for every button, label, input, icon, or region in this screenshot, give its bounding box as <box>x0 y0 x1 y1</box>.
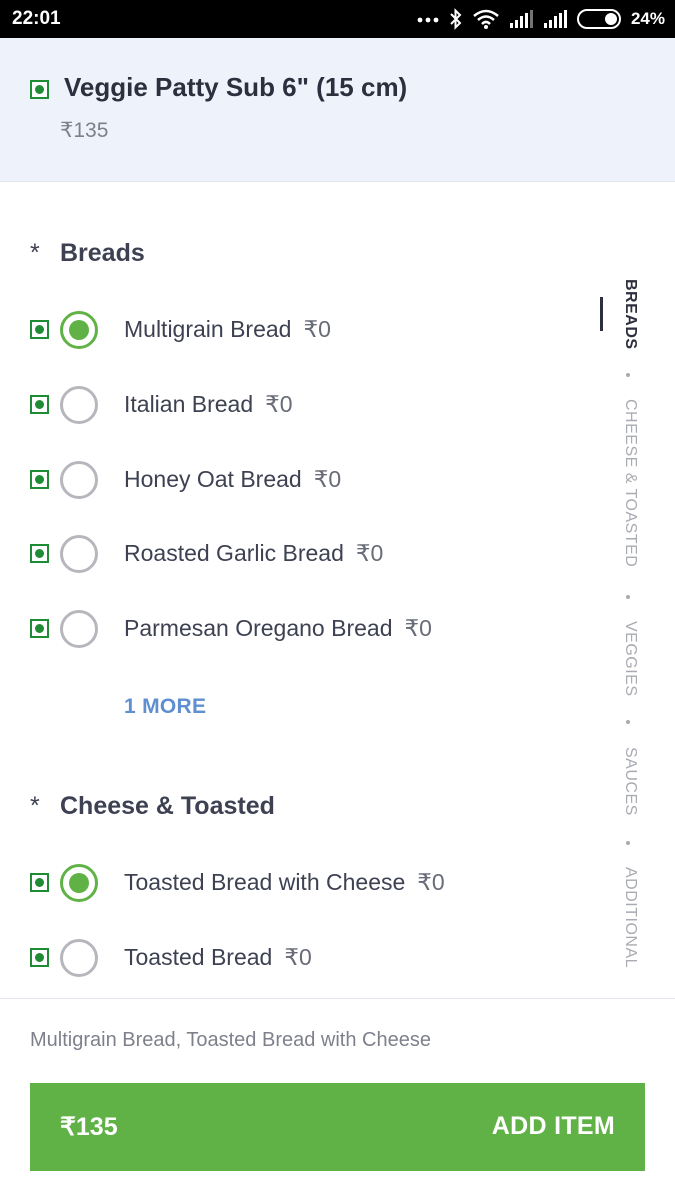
more-dots-icon <box>417 15 439 23</box>
veg-indicator-icon <box>30 470 49 489</box>
option-italian-bread[interactable]: Italian Bread ₹0 <box>0 375 590 435</box>
section-side-nav: BREADS CHEESE & TOASTED VEGGIES SAUCES A… <box>590 183 670 997</box>
status-time: 22:01 <box>12 8 61 29</box>
option-label: Roasted Garlic Bread ₹0 <box>124 540 384 566</box>
radio-unselected[interactable] <box>60 386 98 424</box>
radio-unselected[interactable] <box>60 535 98 573</box>
add-item-button[interactable]: ₹135 ADD ITEM <box>30 1083 645 1171</box>
item-header: Veggie Patty Sub 6" (15 cm) ₹135 <box>0 38 675 182</box>
veg-indicator-icon <box>30 619 49 638</box>
bluetooth-icon <box>449 8 463 30</box>
section-title-breads: * Breads <box>30 239 145 267</box>
wifi-icon <box>473 9 499 29</box>
nav-separator-dot <box>626 595 630 599</box>
option-label: Toasted Bread with Cheese ₹0 <box>124 869 445 895</box>
option-multigrain-bread[interactable]: Multigrain Bread ₹0 <box>0 300 590 360</box>
option-label: Multigrain Bread ₹0 <box>124 316 331 342</box>
veg-indicator-icon <box>30 948 49 967</box>
option-label: Toasted Bread ₹0 <box>124 944 312 970</box>
radio-unselected[interactable] <box>60 461 98 499</box>
veg-indicator-icon <box>30 544 49 563</box>
selected-summary: Multigrain Bread, Toasted Bread with Che… <box>30 1029 431 1051</box>
nav-item-veggies[interactable]: VEGGIES <box>621 621 639 697</box>
nav-item-cheese-toasted[interactable]: CHEESE & TOASTED <box>621 399 639 567</box>
item-price: ₹135 <box>60 119 109 142</box>
option-label: Honey Oat Bread ₹0 <box>124 466 342 492</box>
radio-selected[interactable] <box>60 311 98 349</box>
radio-unselected[interactable] <box>60 610 98 648</box>
signal-icon-2 <box>543 10 567 28</box>
option-roasted-garlic-bread[interactable]: Roasted Garlic Bread ₹0 <box>0 524 590 584</box>
option-price: ₹0 <box>404 615 432 641</box>
nav-item-additional[interactable]: ADDITIONAL <box>621 867 639 968</box>
signal-icon-1 <box>509 10 533 28</box>
veg-indicator-icon <box>30 80 49 99</box>
veg-indicator-icon <box>30 395 49 414</box>
status-bar: 22:01 24% <box>0 0 675 38</box>
nav-separator-dot <box>626 841 630 845</box>
active-indicator <box>600 297 603 331</box>
battery-icon <box>576 9 621 29</box>
option-toasted-bread-with-cheese[interactable]: Toasted Bread with Cheese ₹0 <box>0 853 590 913</box>
option-label: Italian Bread ₹0 <box>124 391 293 417</box>
customization-list[interactable]: * Breads Multigrain Bread ₹0 Italian Bread… <box>0 183 675 997</box>
nav-separator-dot <box>626 373 630 377</box>
option-price: ₹0 <box>303 316 331 342</box>
option-honey-oat-bread[interactable]: Honey Oat Bread ₹0 <box>0 450 590 510</box>
nav-separator-dot <box>626 720 630 724</box>
veg-indicator-icon <box>30 320 49 339</box>
option-parmesan-oregano-bread[interactable]: Parmesan Oregano Bread ₹0 <box>0 599 590 659</box>
required-mark: * <box>30 792 40 820</box>
footer-bar: Multigrain Bread, Toasted Bread with Che… <box>0 998 675 1200</box>
battery-percent: 24% <box>630 9 665 28</box>
radio-selected[interactable] <box>60 864 98 902</box>
option-label: Parmesan Oregano Bread ₹0 <box>124 615 432 641</box>
nav-item-sauces[interactable]: SAUCES <box>621 747 639 816</box>
option-price: ₹0 <box>355 540 384 566</box>
veg-indicator-icon <box>30 873 49 892</box>
section-title-cheese-toasted: * Cheese & Toasted <box>30 792 275 820</box>
option-price: ₹0 <box>417 869 445 895</box>
option-price: ₹0 <box>265 391 293 417</box>
option-price: ₹0 <box>284 944 312 970</box>
required-mark: * <box>30 239 40 267</box>
button-price: ₹135 <box>60 1113 118 1141</box>
nav-item-breads[interactable]: BREADS <box>621 279 639 350</box>
option-toasted-bread[interactable]: Toasted Bread ₹0 <box>0 928 590 988</box>
item-title: Veggie Patty Sub 6" (15 cm) <box>64 72 408 102</box>
show-more-link[interactable]: 1 MORE <box>124 695 206 719</box>
radio-unselected[interactable] <box>60 939 98 977</box>
button-label: ADD ITEM <box>491 1112 615 1140</box>
option-price: ₹0 <box>313 466 342 492</box>
status-icons: 24% <box>417 7 665 31</box>
